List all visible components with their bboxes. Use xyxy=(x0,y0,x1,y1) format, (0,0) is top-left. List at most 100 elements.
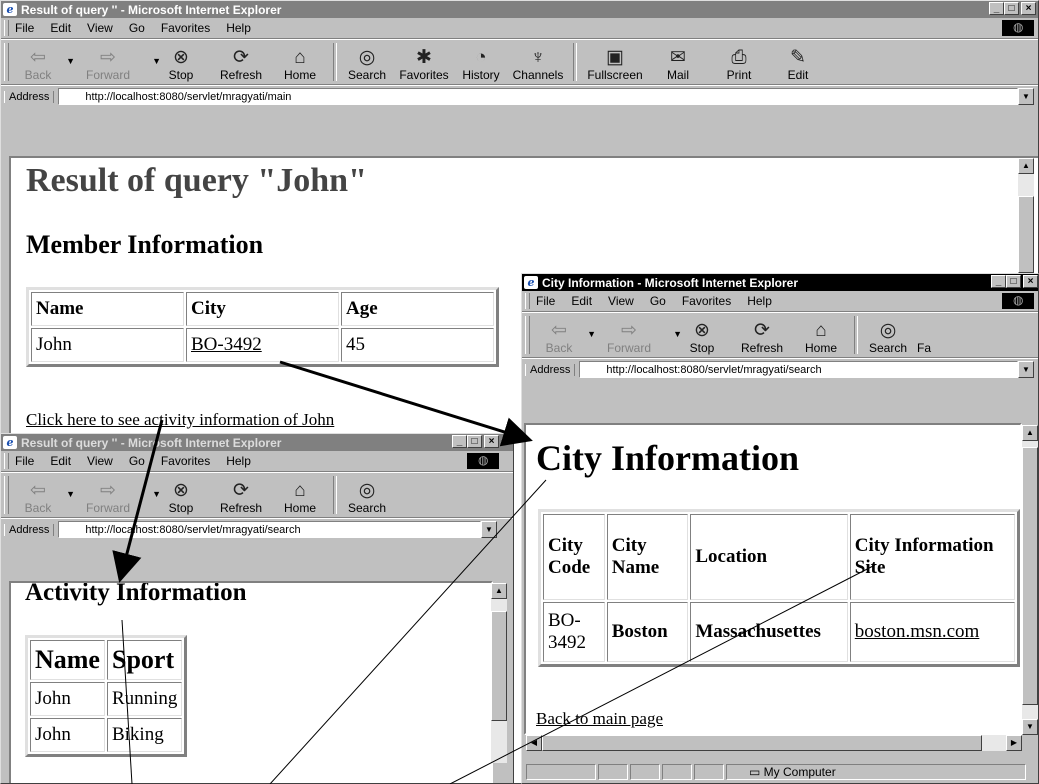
main-title-bar[interactable]: e Result of query '' - Microsoft Interne… xyxy=(1,1,1038,18)
hscroll-thumb[interactable] xyxy=(542,735,982,751)
back-button[interactable]: ⇦ Back ▼ xyxy=(11,475,75,517)
menu-view[interactable]: View xyxy=(87,454,113,468)
favorites-button[interactable]: Fa xyxy=(914,315,934,357)
menu-view[interactable]: View xyxy=(608,294,634,308)
city-title-bar[interactable]: e City Information - Microsoft Internet … xyxy=(522,274,1038,291)
menu-go[interactable]: Go xyxy=(129,454,145,468)
scroll-left-icon[interactable]: ◀ xyxy=(526,735,542,751)
minimize-button[interactable]: _ xyxy=(989,2,1004,15)
favorites-button[interactable]: ✱ Favorites xyxy=(393,42,455,84)
scroll-up-icon[interactable]: ▲ xyxy=(1022,425,1038,441)
history-button[interactable]: ◔ History xyxy=(455,42,507,84)
toolbar-grip xyxy=(525,316,530,354)
close-button[interactable]: × xyxy=(484,435,499,448)
address-field[interactable]: http://localhost:8080/servlet/mragyati/s… xyxy=(579,361,1018,378)
home-button[interactable]: ⌂ Home xyxy=(271,42,329,84)
header-location: Location xyxy=(690,514,848,600)
menu-help[interactable]: Help xyxy=(747,294,772,308)
scroll-down-icon[interactable]: ▼ xyxy=(1022,719,1038,735)
menu-go[interactable]: Go xyxy=(650,294,666,308)
windows-logo-icon xyxy=(1002,293,1034,309)
stop-button[interactable]: ⊗ Stop xyxy=(151,42,211,84)
forward-arrow-icon: ⇨ xyxy=(100,480,116,501)
refresh-button[interactable]: ⟳ Refresh xyxy=(211,42,271,84)
menu-edit[interactable]: Edit xyxy=(50,454,71,468)
scroll-right-icon[interactable]: ▶ xyxy=(1006,735,1022,751)
toolbar-separator xyxy=(333,43,337,81)
address-dropdown-icon[interactable]: ▼ xyxy=(1018,361,1034,378)
scroll-up-icon[interactable]: ▲ xyxy=(1018,158,1034,174)
refresh-icon: ⟳ xyxy=(233,480,249,501)
city-hscrollbar[interactable]: ◀ ▶ xyxy=(526,735,1022,751)
mail-button[interactable]: ✉ Mail xyxy=(649,42,707,84)
menu-file[interactable]: File xyxy=(15,21,34,35)
search-button[interactable]: ◎ Search xyxy=(862,315,914,357)
search-icon: ◎ xyxy=(358,47,376,68)
toolbar-separator xyxy=(854,316,858,354)
maximize-button[interactable]: □ xyxy=(1006,275,1021,288)
forward-button[interactable]: ⇨ Forward ▼ xyxy=(65,42,161,84)
menu-edit[interactable]: Edit xyxy=(50,21,71,35)
back-button[interactable]: ⇦ Back ▼ xyxy=(532,315,596,357)
city-code-link[interactable]: BO-3492 xyxy=(191,334,262,355)
maximize-button[interactable]: □ xyxy=(467,435,482,448)
menu-favorites[interactable]: Favorites xyxy=(161,21,210,35)
close-button[interactable]: × xyxy=(1021,2,1036,15)
close-button[interactable]: × xyxy=(1023,275,1038,288)
menu-view[interactable]: View xyxy=(87,21,113,35)
print-button[interactable]: ⎙ Print xyxy=(707,42,771,84)
scroll-thumb[interactable] xyxy=(1018,196,1034,273)
stop-button[interactable]: ⊗ Stop xyxy=(151,475,211,517)
menu-grip xyxy=(4,453,9,469)
search-button[interactable]: ◎ Search xyxy=(341,475,393,517)
minimize-button[interactable]: _ xyxy=(452,435,467,448)
activity-address-bar: Address http://localhost:8080/servlet/mr… xyxy=(1,518,513,540)
menu-favorites[interactable]: Favorites xyxy=(161,454,210,468)
home-button[interactable]: ⌂ Home xyxy=(271,475,329,517)
search-button[interactable]: ◎ Search xyxy=(341,42,393,84)
maximize-button[interactable]: □ xyxy=(1004,2,1019,15)
city-heading: City Information xyxy=(536,438,799,478)
main-menu-bar: File Edit View Go Favorites Help xyxy=(1,18,1038,39)
address-field[interactable]: http://localhost:8080/servlet/mragyati/m… xyxy=(58,88,1018,105)
city-address-bar: Address http://localhost:8080/servlet/mr… xyxy=(522,358,1038,380)
menu-go[interactable]: Go xyxy=(129,21,145,35)
refresh-icon: ⟳ xyxy=(233,47,249,68)
minimize-button[interactable]: _ xyxy=(991,275,1006,288)
fullscreen-icon: ▣ xyxy=(606,47,624,68)
menu-edit[interactable]: Edit xyxy=(571,294,592,308)
back-button[interactable]: ⇦ Back ▼ xyxy=(11,42,75,84)
menu-help[interactable]: Help xyxy=(226,21,251,35)
address-label: Address xyxy=(4,90,55,103)
address-dropdown-icon[interactable]: ▼ xyxy=(1018,88,1034,105)
activity-scrollbar[interactable]: ▲ xyxy=(491,583,507,763)
activity-title-bar[interactable]: e Result of query '' - Microsoft Interne… xyxy=(1,434,513,451)
refresh-button[interactable]: ⟳ Refresh xyxy=(732,315,792,357)
menu-favorites[interactable]: Favorites xyxy=(682,294,731,308)
info-site-link[interactable]: boston.msn.com xyxy=(855,621,980,642)
scroll-thumb[interactable] xyxy=(1022,447,1038,705)
stop-button[interactable]: ⊗ Stop xyxy=(672,315,732,357)
fullscreen-button[interactable]: ▣ Fullscreen xyxy=(581,42,649,84)
main-scrollbar[interactable]: ▲ xyxy=(1018,158,1034,273)
menu-file[interactable]: File xyxy=(15,454,34,468)
back-to-main-link[interactable]: Back to main page xyxy=(536,709,663,729)
forward-button[interactable]: ⇨ Forward ▼ xyxy=(65,475,161,517)
scroll-thumb[interactable] xyxy=(491,611,507,721)
city-scrollbar[interactable]: ▲ ▼ xyxy=(1022,425,1038,735)
scroll-up-icon[interactable]: ▲ xyxy=(491,583,507,599)
city-page-content: City Information City Code City Name Loc… xyxy=(524,423,1022,735)
menu-help[interactable]: Help xyxy=(226,454,251,468)
home-button[interactable]: ⌂ Home xyxy=(792,315,850,357)
ie-icon: e xyxy=(3,3,17,16)
activity-link[interactable]: Click here to see activity information o… xyxy=(26,410,334,430)
channels-button[interactable]: ♆ Channels xyxy=(507,42,569,84)
table-row: John xyxy=(30,718,105,752)
address-dropdown-icon[interactable]: ▼ xyxy=(481,521,497,538)
print-icon: ⎙ xyxy=(731,47,747,68)
menu-file[interactable]: File xyxy=(536,294,555,308)
refresh-button[interactable]: ⟳ Refresh xyxy=(211,475,271,517)
forward-button[interactable]: ⇨ Forward ▼ xyxy=(586,315,682,357)
address-field[interactable]: http://localhost:8080/servlet/mragyati/s… xyxy=(58,521,481,538)
edit-button[interactable]: ✎ Edit xyxy=(771,42,825,84)
